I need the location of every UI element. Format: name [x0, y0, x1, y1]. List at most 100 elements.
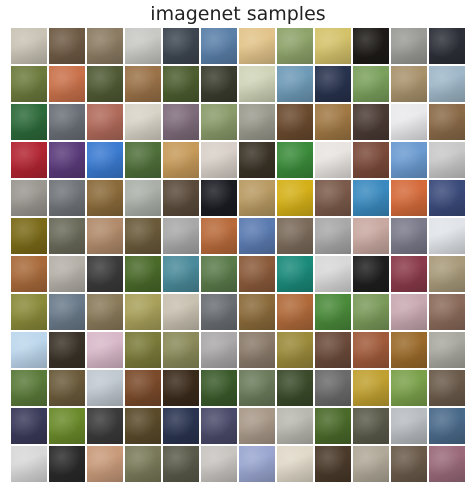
sample-thumbnail: [315, 408, 351, 444]
sample-thumbnail: [87, 256, 123, 292]
sample-thumbnail: [391, 104, 427, 140]
sample-thumbnail: [87, 142, 123, 178]
sample-thumbnail: [125, 332, 161, 368]
sample-thumbnail: [353, 332, 389, 368]
sample-thumbnail: [277, 332, 313, 368]
sample-thumbnail: [429, 66, 465, 102]
sample-thumbnail: [239, 218, 275, 254]
sample-thumbnail: [87, 408, 123, 444]
sample-thumbnail: [163, 142, 199, 178]
sample-thumbnail: [49, 180, 85, 216]
figure-title: imagenet samples: [150, 3, 326, 25]
sample-thumbnail: [391, 294, 427, 330]
sample-thumbnail: [277, 28, 313, 64]
sample-thumbnail: [277, 370, 313, 406]
sample-thumbnail: [391, 28, 427, 64]
sample-thumbnail: [87, 332, 123, 368]
sample-thumbnail: [125, 104, 161, 140]
sample-thumbnail: [49, 104, 85, 140]
sample-thumbnail: [353, 446, 389, 482]
sample-thumbnail: [201, 218, 237, 254]
sample-thumbnail: [391, 446, 427, 482]
sample-thumbnail: [125, 446, 161, 482]
sample-thumbnail: [11, 142, 47, 178]
sample-thumbnail: [353, 66, 389, 102]
sample-thumbnail: [429, 104, 465, 140]
sample-thumbnail: [429, 256, 465, 292]
sample-thumbnail: [201, 294, 237, 330]
sample-thumbnail: [429, 28, 465, 64]
sample-thumbnail: [125, 218, 161, 254]
sample-thumbnail: [11, 28, 47, 64]
sample-thumbnail: [277, 408, 313, 444]
sample-thumbnail: [49, 332, 85, 368]
sample-thumbnail: [239, 408, 275, 444]
sample-thumbnail: [353, 142, 389, 178]
sample-thumbnail: [353, 370, 389, 406]
sample-thumbnail: [163, 446, 199, 482]
sample-thumbnail: [391, 256, 427, 292]
sample-thumbnail: [239, 142, 275, 178]
sample-thumbnail: [239, 332, 275, 368]
sample-thumbnail: [11, 180, 47, 216]
sample-thumbnail: [391, 180, 427, 216]
sample-thumbnail: [11, 294, 47, 330]
sample-thumbnail: [201, 408, 237, 444]
sample-thumbnail: [315, 332, 351, 368]
image-grid: [11, 28, 469, 486]
sample-thumbnail: [11, 408, 47, 444]
sample-thumbnail: [201, 332, 237, 368]
sample-thumbnail: [201, 104, 237, 140]
sample-thumbnail: [163, 180, 199, 216]
sample-thumbnail: [163, 66, 199, 102]
sample-thumbnail: [125, 294, 161, 330]
sample-thumbnail: [87, 104, 123, 140]
sample-thumbnail: [391, 370, 427, 406]
sample-thumbnail: [163, 408, 199, 444]
sample-thumbnail: [277, 142, 313, 178]
sample-thumbnail: [391, 142, 427, 178]
sample-thumbnail: [87, 180, 123, 216]
sample-thumbnail: [353, 218, 389, 254]
sample-thumbnail: [11, 104, 47, 140]
sample-thumbnail: [239, 104, 275, 140]
sample-thumbnail: [87, 28, 123, 64]
sample-thumbnail: [353, 28, 389, 64]
sample-thumbnail: [391, 218, 427, 254]
sample-thumbnail: [239, 446, 275, 482]
sample-thumbnail: [11, 66, 47, 102]
sample-thumbnail: [87, 294, 123, 330]
sample-thumbnail: [49, 408, 85, 444]
sample-thumbnail: [277, 294, 313, 330]
sample-thumbnail: [163, 218, 199, 254]
sample-thumbnail: [49, 142, 85, 178]
sample-thumbnail: [163, 104, 199, 140]
sample-thumbnail: [11, 332, 47, 368]
sample-thumbnail: [429, 408, 465, 444]
sample-grid-figure: imagenet samples: [0, 0, 476, 499]
sample-thumbnail: [87, 370, 123, 406]
sample-thumbnail: [201, 142, 237, 178]
sample-thumbnail: [353, 294, 389, 330]
sample-thumbnail: [239, 180, 275, 216]
sample-thumbnail: [429, 218, 465, 254]
sample-thumbnail: [11, 256, 47, 292]
sample-thumbnail: [429, 180, 465, 216]
sample-thumbnail: [315, 180, 351, 216]
sample-thumbnail: [277, 66, 313, 102]
sample-thumbnail: [353, 180, 389, 216]
sample-thumbnail: [429, 294, 465, 330]
sample-thumbnail: [277, 446, 313, 482]
sample-thumbnail: [239, 28, 275, 64]
sample-thumbnail: [11, 218, 47, 254]
sample-thumbnail: [49, 28, 85, 64]
sample-thumbnail: [49, 294, 85, 330]
sample-thumbnail: [201, 256, 237, 292]
sample-thumbnail: [391, 408, 427, 444]
sample-thumbnail: [125, 66, 161, 102]
sample-thumbnail: [163, 256, 199, 292]
sample-thumbnail: [315, 446, 351, 482]
sample-thumbnail: [201, 370, 237, 406]
sample-thumbnail: [87, 446, 123, 482]
sample-thumbnail: [277, 218, 313, 254]
